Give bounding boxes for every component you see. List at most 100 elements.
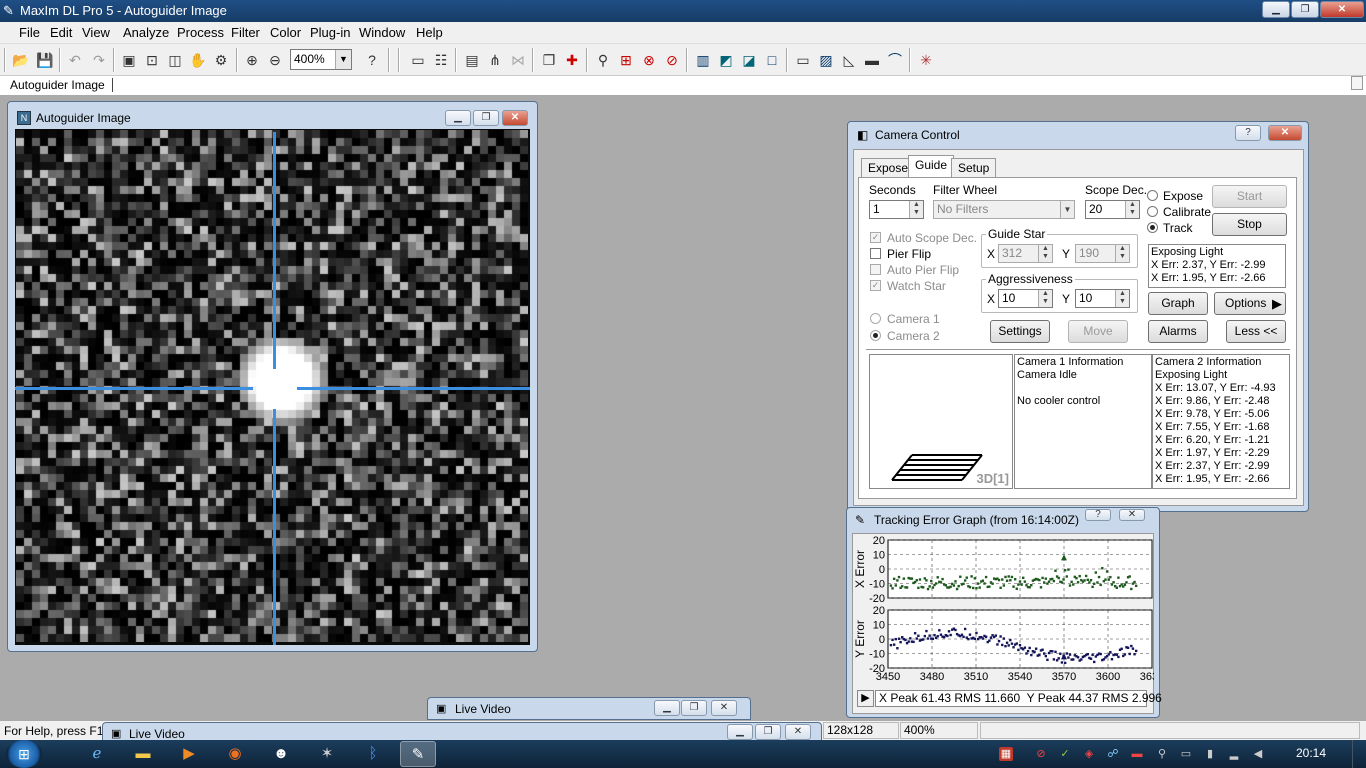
graph-button[interactable]: Graph xyxy=(1148,292,1208,315)
calibrate-icon[interactable]: ▤ xyxy=(461,49,483,71)
watch-star-checkbox[interactable]: ✓ xyxy=(870,280,881,291)
camera-close-button[interactable]: ✕ xyxy=(1268,125,1302,141)
curve-icon[interactable]: ⌒ xyxy=(884,49,906,71)
settings-button[interactable]: Settings xyxy=(990,320,1050,343)
maxim-dl-icon[interactable]: ✎ xyxy=(400,741,436,767)
auto-scope-dec-checkbox[interactable]: ✓ xyxy=(870,232,881,243)
tray-battery-icon[interactable]: ▮ xyxy=(1203,747,1217,761)
start-button[interactable]: ⊞ xyxy=(6,740,42,768)
live-video-min-restore[interactable]: ❐ xyxy=(755,724,781,740)
graph-close-button[interactable]: ✕ xyxy=(1119,509,1145,521)
hand-icon[interactable]: ✋ xyxy=(187,49,209,71)
tray-network-icon[interactable]: ☍ xyxy=(1106,747,1120,761)
aggr-x-spinner[interactable]: ▲ ▼ xyxy=(1038,290,1052,307)
tray-check-icon[interactable]: ✓ xyxy=(1058,747,1072,761)
options-button[interactable]: Options ▶ xyxy=(1214,292,1286,315)
camera2-radio[interactable] xyxy=(870,330,881,341)
tray-signal-icon[interactable]: ▂ xyxy=(1227,747,1241,761)
mode-calibrate-radio[interactable] xyxy=(1147,206,1158,217)
graph-icon[interactable]: ◺ xyxy=(838,49,860,71)
live-video-minimize[interactable]: ▁ xyxy=(654,700,680,716)
tray-volume-icon[interactable]: ◀ xyxy=(1251,747,1265,761)
menu-analyze[interactable]: Analyze xyxy=(123,25,169,40)
picture-icon[interactable]: ▨ xyxy=(815,49,837,71)
aggr-y-input[interactable]: 10 ▲ ▼ xyxy=(1075,289,1130,308)
filter-wheel-select[interactable]: No Filters ▼ xyxy=(933,200,1075,219)
close-button[interactable]: ✕ xyxy=(1320,1,1364,18)
aggr-x-input[interactable]: 10 ▲ ▼ xyxy=(998,289,1053,308)
pan-icon[interactable]: ◫ xyxy=(164,49,186,71)
zoom-in-icon[interactable]: ⊕ xyxy=(241,49,263,71)
minimize-button[interactable]: ▁ xyxy=(1262,1,1290,18)
move-button[interactable]: Move xyxy=(1068,320,1128,343)
star-icon[interactable]: ✳ xyxy=(915,49,937,71)
seconds-spinner[interactable]: ▲ ▼ xyxy=(909,201,923,218)
redo-icon[interactable]: ↷ xyxy=(88,49,110,71)
menu-view[interactable]: View xyxy=(82,25,110,40)
menu-file[interactable]: File xyxy=(19,25,40,40)
ruler-icon[interactable]: ▭ xyxy=(407,49,429,71)
camera1-radio[interactable] xyxy=(870,313,881,324)
firefox-icon[interactable]: ◉ xyxy=(217,741,253,767)
context-help-icon[interactable]: ? xyxy=(361,49,383,71)
menu-window[interactable]: Window xyxy=(359,25,405,40)
telescope-app-icon[interactable]: ✶ xyxy=(309,741,345,767)
scope-dec-spinner[interactable]: ▲ ▼ xyxy=(1125,201,1139,218)
align-icon[interactable]: ⋔ xyxy=(484,49,506,71)
live-video-min-close[interactable]: ✕ xyxy=(785,724,811,740)
crosshair-icon[interactable]: ✚ xyxy=(561,49,583,71)
tray-usb-icon[interactable]: ⚲ xyxy=(1155,747,1169,761)
filter-icon[interactable]: ⊗ xyxy=(638,49,660,71)
chevron-down-icon[interactable]: ▼ xyxy=(1060,201,1074,218)
tray-device-icon[interactable]: ▭ xyxy=(1179,747,1193,761)
save-icon[interactable]: 💾 xyxy=(34,49,56,71)
graph-help-button[interactable]: ? xyxy=(1085,509,1111,521)
pier-flip-checkbox[interactable] xyxy=(870,248,881,259)
zoom-select[interactable]: 400% ▼ xyxy=(290,49,352,70)
media-player-icon[interactable]: ▶ xyxy=(171,741,207,767)
mode-expose-radio[interactable] xyxy=(1147,190,1158,201)
image-minimize-button[interactable]: ▁ xyxy=(445,110,471,126)
tab-guide[interactable]: Guide xyxy=(908,155,955,178)
tray-block-icon[interactable]: ⊘ xyxy=(1034,747,1048,761)
start-button[interactable]: Start xyxy=(1212,185,1287,208)
less-button[interactable]: Less << xyxy=(1226,320,1286,343)
layers-icon[interactable]: ◩ xyxy=(715,49,737,71)
tray-flag-icon[interactable]: ▦ xyxy=(999,747,1013,761)
view-icon[interactable]: ▭ xyxy=(792,49,814,71)
tab-setup[interactable]: Setup xyxy=(951,158,997,178)
live-video-restore[interactable]: ❐ xyxy=(681,700,707,716)
ie-icon[interactable]: ℯ xyxy=(79,741,115,767)
square-icon[interactable]: □ xyxy=(761,49,783,71)
live-video-close[interactable]: ✕ xyxy=(711,700,737,716)
panda-icon[interactable]: ☻ xyxy=(263,741,299,767)
menu-filter[interactable]: Filter xyxy=(231,25,260,40)
explorer-icon[interactable]: ▬ xyxy=(125,741,161,767)
seconds-input[interactable]: 1 ▲ ▼ xyxy=(869,200,924,219)
guide-image-canvas[interactable] xyxy=(15,129,530,645)
guide-star-x-input[interactable]: 312 ▲ ▼ xyxy=(998,244,1053,263)
menu-edit[interactable]: Edit xyxy=(50,25,72,40)
combine-icon[interactable]: ⋈ xyxy=(507,49,529,71)
tray-lock-icon[interactable]: ▬ xyxy=(1130,747,1144,761)
tiles-icon[interactable]: ◪ xyxy=(738,49,760,71)
bluetooth-icon[interactable]: ᛒ xyxy=(355,741,391,767)
image-icon[interactable]: ▣ xyxy=(118,49,140,71)
alarms-button[interactable]: Alarms xyxy=(1148,320,1208,343)
undo-icon[interactable]: ↶ xyxy=(64,49,86,71)
guide-star-y-spinner[interactable]: ▲ ▼ xyxy=(1115,245,1129,262)
document-icon[interactable]: ❐ xyxy=(538,49,560,71)
mode-track-radio[interactable] xyxy=(1147,222,1158,233)
auto-pier-flip-checkbox[interactable] xyxy=(870,264,881,275)
stack-icon[interactable]: ☷ xyxy=(430,49,452,71)
telescope-icon[interactable]: ⚲ xyxy=(592,49,614,71)
tab-expose[interactable]: Expose xyxy=(861,158,916,178)
aggr-y-spinner[interactable]: ▲ ▼ xyxy=(1115,290,1129,307)
menu-color[interactable]: Color xyxy=(270,25,301,40)
scope-dec-input[interactable]: 20 ▲ ▼ xyxy=(1085,200,1140,219)
menu-process[interactable]: Process xyxy=(177,25,224,40)
menu-help[interactable]: Help xyxy=(416,25,443,40)
camera-help-button[interactable]: ? xyxy=(1235,125,1261,141)
image-close-button[interactable]: ✕ xyxy=(502,110,528,126)
properties-icon[interactable]: ⚙ xyxy=(210,49,232,71)
